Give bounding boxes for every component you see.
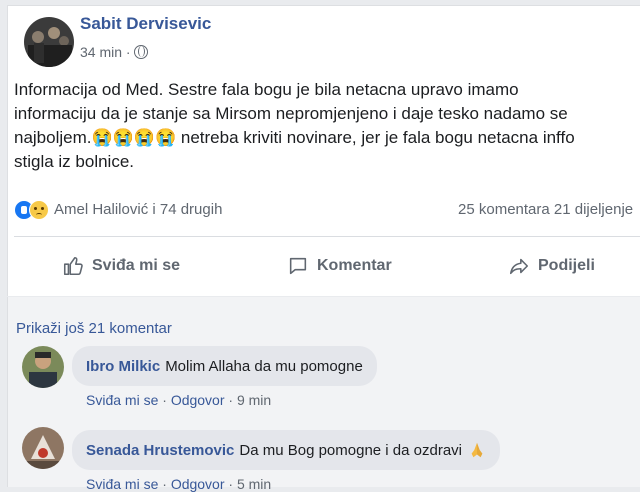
divider: [14, 236, 640, 237]
comment-icon: [289, 257, 307, 275]
comment-meta: Sviđa mi se · Odgovor · 9 min: [86, 392, 272, 408]
post-text: Informacija od Med. Sestre fala bogu je …: [14, 80, 575, 171]
comment-author[interactable]: Senada Hrustemovic: [86, 442, 234, 459]
comments-shares-count[interactable]: 25 komentara 21 dijeljenje: [458, 201, 633, 218]
reaction-bar: Amel Halilović i 74 drugih 25 komentara …: [14, 200, 640, 224]
comment-bubble: Senada Hrustemovic Da mu Bog pomogne i d…: [72, 430, 501, 470]
commenter-avatar[interactable]: [22, 346, 64, 388]
post-time[interactable]: 34 min: [80, 44, 122, 60]
comment-reply-link[interactable]: Odgovor: [171, 392, 225, 408]
comment-author[interactable]: Ibro Milkic: [86, 358, 160, 375]
comment-time[interactable]: 9 min: [237, 392, 271, 408]
comment-text: Da mu Bog pomogne i da ozdravi: [239, 441, 463, 459]
like-button-label: Sviđa mi se: [92, 257, 181, 274]
author-avatar[interactable]: [24, 17, 74, 67]
comment-time[interactable]: 5 min: [237, 476, 271, 492]
comment-button-label: Komentar: [317, 257, 392, 274]
comment-text: Molim Allaha da mu pomogne: [165, 357, 363, 375]
post-meta: 34 min ·: [80, 44, 149, 60]
meta-separator: ·: [125, 44, 131, 60]
share-button[interactable]: Podijeli: [508, 252, 595, 280]
comment-button[interactable]: Komentar: [287, 252, 392, 280]
comment-like-link[interactable]: Sviđa mi se: [86, 392, 158, 408]
thumbs-up-icon: [63, 256, 83, 276]
comment-reply-link[interactable]: Odgovor: [171, 476, 225, 492]
comment-bubble: Ibro Milkic Molim Allaha da mu pomogne: [72, 346, 377, 386]
comment-meta: Sviđa mi se · Odgovor · 5 min: [86, 476, 272, 492]
reactions-summary[interactable]: Amel Halilović i 74 drugih: [54, 201, 222, 218]
post-author[interactable]: Sabit Dervisevic: [80, 14, 211, 34]
cry-reaction-icon[interactable]: [29, 200, 49, 220]
comment-like-link[interactable]: Sviđa mi se: [86, 476, 158, 492]
view-more-comments[interactable]: Prikaži još 21 komentar: [16, 320, 172, 337]
praying-hands-icon: [471, 442, 483, 458]
like-button[interactable]: Sviđa mi se: [62, 252, 180, 280]
globe-icon: [134, 45, 149, 59]
commenter-avatar[interactable]: [22, 427, 64, 469]
share-icon: [509, 258, 529, 275]
share-button-label: Podijeli: [538, 257, 595, 274]
